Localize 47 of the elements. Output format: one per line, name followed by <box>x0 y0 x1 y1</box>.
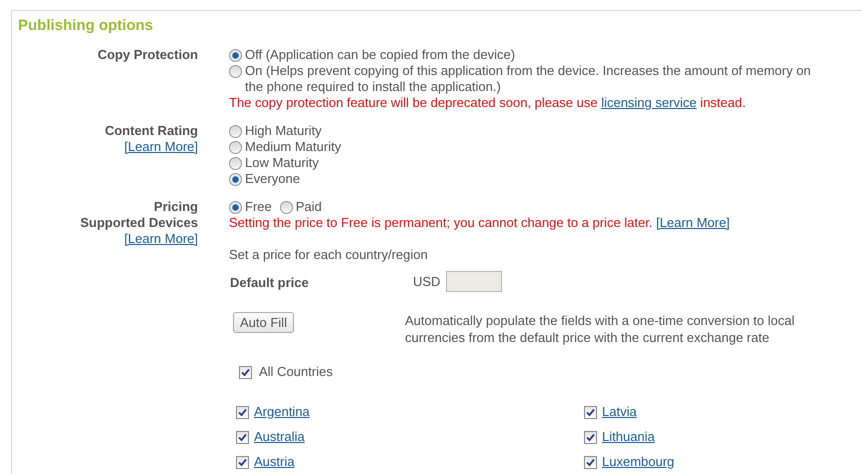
country-link[interactable]: Australia <box>254 429 305 445</box>
option-label: High Maturity <box>245 123 322 139</box>
learn-more-link[interactable]: [Learn More] <box>124 139 198 155</box>
checkbox[interactable] <box>584 406 597 418</box>
radio-button[interactable] <box>229 173 242 186</box>
country-link[interactable]: Latvia <box>602 404 637 420</box>
auto-fill-button[interactable]: Auto Fill <box>233 312 294 333</box>
checkbox[interactable] <box>239 366 252 378</box>
checkbox[interactable] <box>584 456 597 468</box>
option-label: Off (Application can be copied from the device) <box>245 47 516 63</box>
link[interactable]: licensing service <box>601 95 697 110</box>
field-label: Content Rating <box>104 123 198 139</box>
price-field[interactable] <box>446 271 502 292</box>
country-link[interactable]: Lithuania <box>602 429 655 445</box>
field-label: Pricing <box>154 199 198 215</box>
currency-label: USD <box>413 274 440 290</box>
option-label: Everyone <box>245 171 300 187</box>
checkbox[interactable] <box>236 456 249 468</box>
radio-button[interactable] <box>229 201 242 214</box>
radio-button[interactable] <box>229 65 242 78</box>
learn-more-link[interactable]: [Learn More] <box>656 215 730 230</box>
warning-message: The copy protection feature will be deprecated soon, please use licensing service instead. <box>229 95 747 111</box>
radio-button[interactable] <box>229 157 242 170</box>
hint-text: Set a price for each country/region <box>229 247 429 263</box>
option-label: Free <box>245 199 272 215</box>
section-title: Publishing options <box>18 17 154 35</box>
checkbox[interactable] <box>584 430 597 444</box>
learn-more-link[interactable]: [Learn More] <box>124 231 198 247</box>
warning-message: Setting the price to Free is permanent; you cannot change to a price later. [Learn More] <box>229 215 731 231</box>
option-label: Paid <box>296 199 322 215</box>
option-label: Medium Maturity <box>245 139 342 155</box>
field-label: Supported Devices <box>80 215 198 231</box>
country-link[interactable]: Austria <box>254 454 294 470</box>
country-link[interactable]: Luxembourg <box>602 454 674 470</box>
radio-button[interactable] <box>229 141 242 154</box>
option-label: Low Maturity <box>245 155 319 171</box>
radio-button[interactable] <box>229 125 242 138</box>
field-label: Default price <box>230 275 310 292</box>
description-text: Automatically populate the fields with a one-time conversion to local currencies from the default price with the current exchange rate <box>405 312 796 346</box>
checkbox-label: All Countries <box>259 364 333 380</box>
radio-button[interactable] <box>280 201 293 214</box>
country-link[interactable]: Argentina <box>254 404 310 420</box>
field-label: Copy Protection <box>98 47 198 63</box>
checkbox[interactable] <box>236 430 249 444</box>
option-label: On (Helps prevent copying of this application from the device. Increases the amount of memory on the phone required to install the application.) <box>245 63 812 95</box>
radio-button[interactable] <box>229 49 242 62</box>
checkbox[interactable] <box>236 406 249 418</box>
